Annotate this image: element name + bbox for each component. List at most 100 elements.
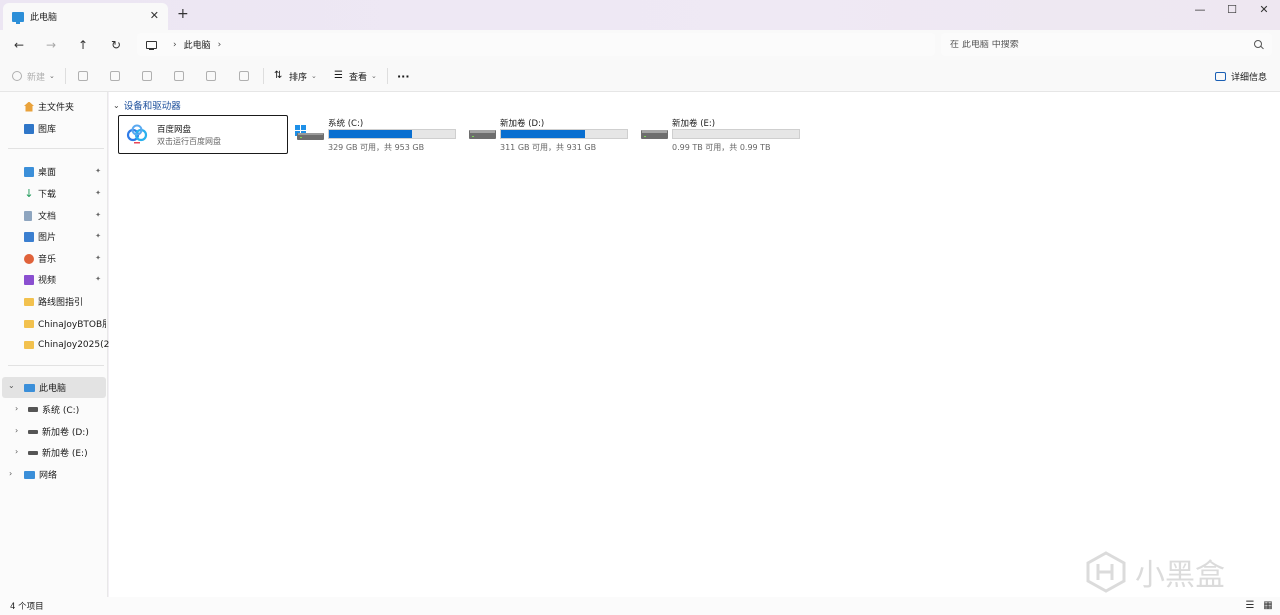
rename-icon	[174, 71, 184, 81]
sidebar-item-folder[interactable]: ChinaJoyBTOB展#	[0, 313, 106, 334]
tab-close-icon[interactable]: ✕	[150, 9, 159, 22]
chevron-down-icon[interactable]: ⌄	[8, 381, 15, 390]
details-view-button[interactable]: ☰	[1244, 600, 1256, 611]
sort-icon: ⇅	[274, 70, 283, 81]
document-icon	[24, 210, 32, 221]
sidebar-item-label: 路线图指引	[38, 298, 84, 308]
refresh-button[interactable]: ↻	[106, 36, 126, 54]
search-icon[interactable]	[1254, 40, 1262, 48]
group-title: 设备和驱动器	[123, 101, 181, 112]
sidebar-item-drive-e[interactable]: › 新加卷 (E:)	[0, 442, 106, 463]
sidebar-item-music[interactable]: 音乐 ✦	[0, 248, 106, 269]
title-bar: 此电脑 ✕ + — ☐ ✕	[0, 0, 1280, 30]
close-button[interactable]: ✕	[1247, 2, 1280, 20]
up-button[interactable]: ↑	[73, 36, 93, 54]
new-tab-button[interactable]: +	[177, 7, 189, 21]
chevron-right-icon[interactable]: ›	[15, 404, 18, 413]
command-bar: 新建 ⌄ ⇅ 排序 ⌄ ☰ 查看 ⌄ ··· 详细信息	[0, 60, 1280, 92]
sidebar-item-label: 系统 (C:)	[42, 406, 80, 416]
minimize-button[interactable]: —	[1183, 2, 1217, 20]
view-button[interactable]: ☰ 查看 ⌄	[334, 69, 377, 83]
breadcrumb-separator[interactable]: ›	[218, 40, 222, 50]
maximize-button[interactable]: ☐	[1215, 2, 1249, 20]
back-button[interactable]: ←	[9, 36, 29, 54]
sidebar-item-folder[interactable]: ChinaJoy2025(2)	[0, 334, 113, 355]
computer-icon	[24, 383, 35, 392]
cut-button[interactable]	[78, 69, 93, 83]
delete-button[interactable]	[239, 69, 254, 83]
sidebar-item-label: 音乐	[38, 255, 57, 265]
watermark: 小黑盒	[1085, 550, 1225, 594]
breadcrumb-this-pc[interactable]: 此电脑	[184, 38, 211, 51]
details-pane-button[interactable]: 详细信息	[1215, 69, 1267, 83]
sidebar-item-label: 图库	[38, 125, 57, 135]
drive-tile-e[interactable]: 新加卷 (E:) 0.99 TB 可用，共 0.99 TB	[637, 115, 807, 155]
chevron-right-icon[interactable]: ›	[15, 426, 18, 435]
forward-button[interactable]: →	[41, 36, 61, 54]
baidu-netdisk-tile[interactable]: 百度网盘 双击运行百度网盘	[118, 115, 288, 154]
chevron-down-icon[interactable]: ⌄	[113, 101, 120, 110]
file-view[interactable]: ⌄ 设备和驱动器 百度网盘 双击运行百度网盘 系统 (C:) 329 GB 可用…	[109, 92, 1280, 597]
sidebar-item-network[interactable]: › 网络	[0, 464, 106, 485]
paste-icon	[142, 71, 152, 81]
computer-icon	[12, 11, 24, 24]
sidebar-item-label: ChinaJoyBTOB展#	[38, 320, 106, 330]
address-bar[interactable]: › 此电脑 ›	[137, 33, 935, 56]
sidebar-item-gallery[interactable]: 图库	[0, 118, 106, 139]
sidebar-item-pictures[interactable]: 图片 ✦	[0, 226, 106, 247]
sidebar-item-label: 网络	[39, 471, 58, 481]
breadcrumb-separator[interactable]: ›	[173, 40, 177, 50]
tab-this-pc[interactable]: 此电脑 ✕	[3, 3, 168, 30]
search-box[interactable]	[941, 33, 1272, 56]
pin-icon[interactable]: ✦	[95, 189, 101, 197]
chevron-right-icon[interactable]: ›	[15, 447, 18, 456]
sidebar-item-home[interactable]: 主文件夹	[0, 96, 106, 117]
new-button[interactable]: 新建 ⌄	[12, 69, 55, 83]
tiles-view-button[interactable]: ▦	[1262, 600, 1274, 611]
pin-icon[interactable]: ✦	[95, 275, 101, 283]
copy-button[interactable]	[110, 69, 125, 83]
search-input[interactable]	[950, 39, 1240, 50]
sidebar-item-label: 主文件夹	[38, 103, 75, 113]
drive-usage-bar	[500, 129, 628, 139]
pin-icon[interactable]: ✦	[95, 232, 101, 240]
rename-button[interactable]	[174, 69, 189, 83]
drive-name: 新加卷 (E:)	[672, 119, 716, 129]
drive-tile-c[interactable]: 系统 (C:) 329 GB 可用，共 953 GB	[293, 115, 463, 155]
sidebar-item-label: 新加卷 (E:)	[42, 449, 88, 459]
more-options-button[interactable]: ···	[397, 69, 410, 83]
sidebar-item-this-pc[interactable]: ⌄ 此电脑	[2, 377, 106, 398]
address-row: ← → ↑ ↻ › 此电脑 ›	[0, 30, 1280, 60]
desktop-icon	[24, 166, 34, 177]
sort-button[interactable]: ⇅ 排序 ⌄	[274, 69, 317, 83]
share-button[interactable]	[206, 69, 221, 83]
sidebar-item-documents[interactable]: 文档 ✦	[0, 205, 106, 226]
chevron-right-icon[interactable]: ›	[9, 469, 12, 478]
drive-tile-d[interactable]: 新加卷 (D:) 311 GB 可用，共 931 GB	[465, 115, 635, 155]
drive-icon	[28, 407, 38, 412]
details-label: 详细信息	[1231, 72, 1268, 83]
pin-icon[interactable]: ✦	[95, 167, 101, 175]
drive-icon	[28, 450, 38, 455]
sidebar-item-desktop[interactable]: 桌面 ✦	[0, 161, 106, 182]
sidebar-item-videos[interactable]: 视频 ✦	[0, 269, 106, 290]
sidebar-item-downloads[interactable]: ↓ 下载 ✦	[0, 183, 106, 204]
view-label: 查看	[349, 72, 368, 83]
watermark-text: 小黑盒	[1135, 558, 1225, 593]
sidebar-item-label: 此电脑	[39, 384, 67, 394]
paste-button[interactable]	[142, 69, 157, 83]
tab-title: 此电脑	[30, 13, 58, 23]
chevron-down-icon: ⌄	[311, 72, 317, 80]
drive-icon	[641, 130, 668, 139]
download-icon: ↓	[24, 186, 34, 200]
pin-icon[interactable]: ✦	[95, 211, 101, 219]
toolbar-divider	[65, 68, 66, 84]
pin-icon[interactable]: ✦	[95, 254, 101, 262]
sidebar-item-folder[interactable]: 路线图指引	[0, 291, 106, 312]
trash-icon	[239, 71, 249, 81]
folder-icon	[24, 340, 34, 349]
group-header-devices[interactable]: ⌄ 设备和驱动器	[113, 98, 181, 113]
sidebar-item-label: 下载	[38, 190, 57, 200]
sidebar-item-drive-c[interactable]: › 系统 (C:)	[0, 399, 106, 420]
sidebar-item-drive-d[interactable]: › 新加卷 (D:)	[0, 421, 106, 442]
